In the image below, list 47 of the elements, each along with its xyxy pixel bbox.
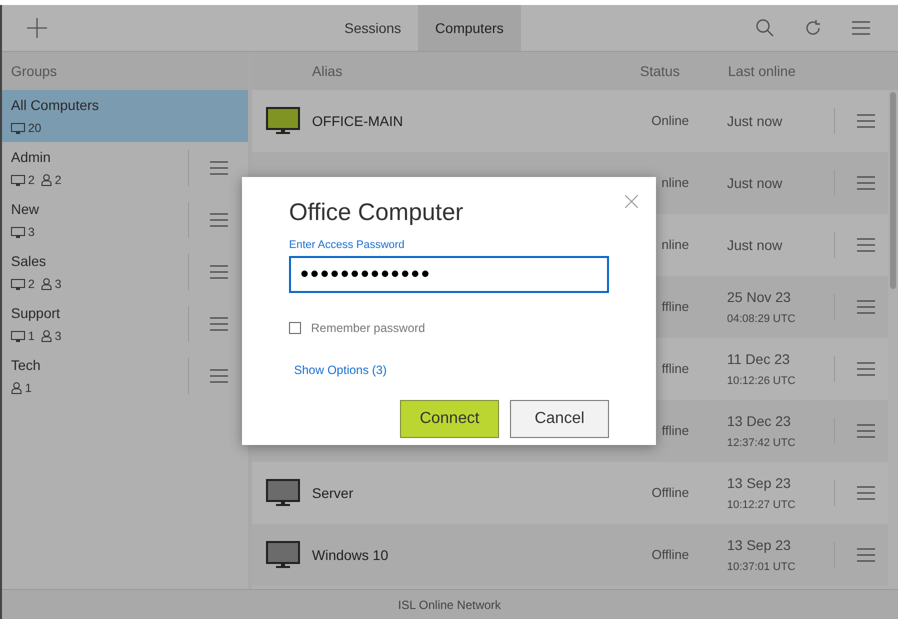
last-online-date: Just now xyxy=(727,112,784,130)
last-online-date: Just now xyxy=(727,236,784,254)
status-text: Online xyxy=(651,113,689,128)
user-count: 3 xyxy=(54,276,62,293)
last-online-time: 10:12:27 UTC xyxy=(727,498,796,513)
last-online-time: 12:37:42 UTC xyxy=(727,436,796,451)
group-name: New xyxy=(11,200,40,219)
group-name: Admin xyxy=(11,148,52,167)
group-name: Tech xyxy=(11,356,42,375)
column-header: Groups xyxy=(11,62,57,81)
computer-count: 20 xyxy=(28,120,42,137)
column-header: Last online xyxy=(728,62,796,80)
last-online-date: 13 Sep 23 xyxy=(727,536,792,555)
computer-count: 2 xyxy=(28,276,35,293)
computer-count: 2 xyxy=(28,172,35,189)
group-name: Support xyxy=(11,304,62,323)
status-text: Offline xyxy=(652,485,689,500)
group-name: Sales xyxy=(11,252,48,271)
checkbox-label: Remember password xyxy=(311,320,426,336)
status-text: nline xyxy=(662,237,689,252)
status-text: ffline xyxy=(662,299,689,314)
computer-count: 3 xyxy=(28,224,35,241)
last-online-time: 04:08:29 UTC xyxy=(727,312,796,327)
last-online-date: 11 Dec 23 xyxy=(727,350,791,369)
last-online-time: 10:12:26 UTC xyxy=(727,374,796,389)
status-text: ffline xyxy=(662,361,689,376)
field-label: Enter Access Password xyxy=(289,238,406,253)
column-header: Status xyxy=(640,62,681,80)
user-count: 1 xyxy=(25,380,32,397)
network-label: ISL Online Network xyxy=(398,596,501,614)
last-online-date: 13 Sep 23 xyxy=(727,474,792,493)
dialog-title: Office Computer xyxy=(289,199,464,227)
computer-alias: OFFICE-MAIN xyxy=(312,112,403,128)
computer-alias: Server xyxy=(312,484,354,500)
user-count: 2 xyxy=(54,172,62,189)
computer-count: 1 xyxy=(28,328,35,345)
column-header: Alias xyxy=(312,62,344,80)
last-online-date: 25 Nov 23 xyxy=(727,288,792,307)
status-text: nline xyxy=(662,175,689,190)
computer-alias: Windows 10 xyxy=(312,546,388,562)
status-text: Offline xyxy=(652,547,689,562)
last-online-date: Just now xyxy=(727,174,784,192)
status-text: ffline xyxy=(662,423,689,438)
group-name: All Computers xyxy=(11,96,100,115)
user-count: 3 xyxy=(54,328,62,345)
last-online-date: 13 Dec 23 xyxy=(727,412,792,431)
last-online-time: 10:37:01 UTC xyxy=(727,560,796,575)
